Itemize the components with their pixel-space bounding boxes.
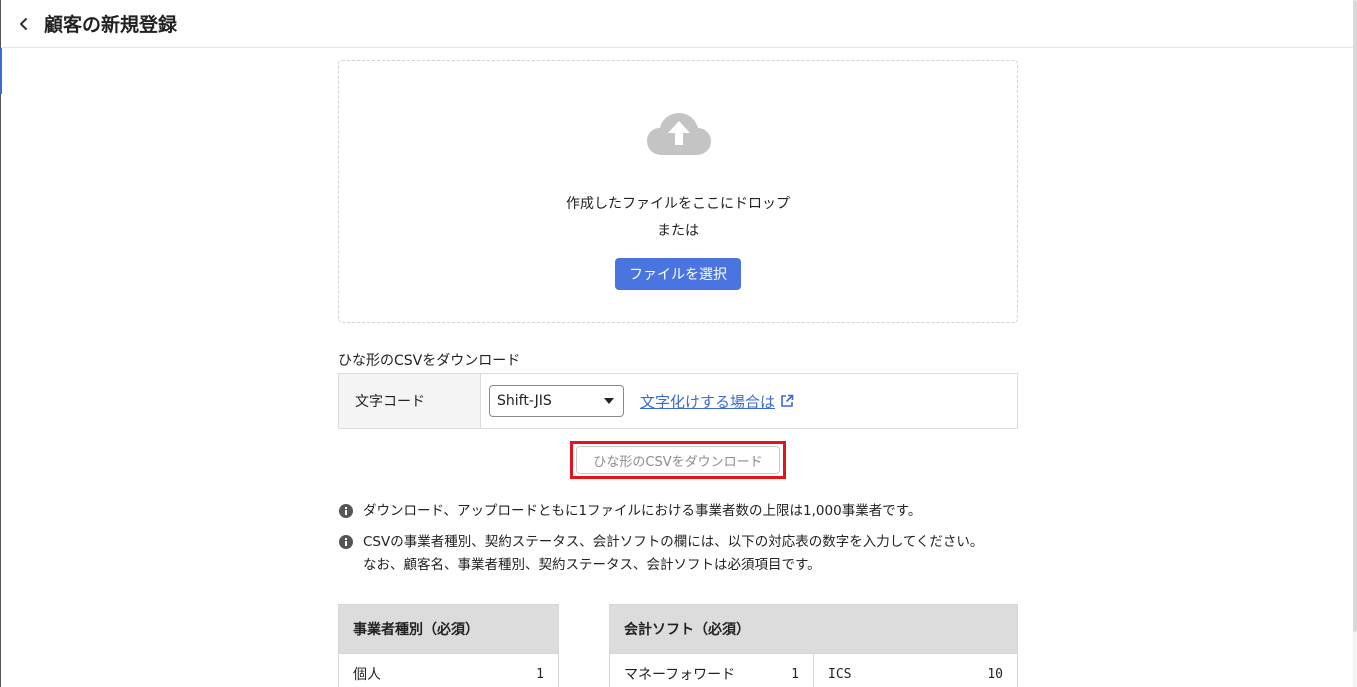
page-header: 顧客の新規登録	[1, 0, 1356, 48]
garble-help-link[interactable]: 文字化けする場合は	[640, 391, 794, 412]
cell-label: マネーフォワード	[624, 667, 736, 683]
cell-code: 1	[536, 666, 544, 682]
table-cell: 個人 1	[339, 654, 558, 687]
business-type-table: 事業者種別（必須） 個人 1	[338, 604, 559, 687]
caret-down-icon	[604, 398, 614, 404]
encoding-table: 文字コード Shift-JIS 文字化けする場合は	[338, 373, 1018, 429]
note-line: ダウンロード、アップロードともに1ファイルにおける事業者数の上限は1,000事業…	[363, 503, 922, 519]
info-icon	[339, 535, 353, 549]
cloud-upload-icon	[647, 113, 711, 155]
or-text: または	[657, 223, 699, 239]
cell-label: ICS	[828, 666, 852, 682]
cell-code: 10	[987, 666, 1003, 682]
drop-instruction: 作成したファイルをここにドロップ	[566, 196, 790, 212]
encoding-select-value: Shift-JIS	[497, 393, 552, 409]
file-dropzone[interactable]: 作成したファイルをここにドロップ または ファイルを選択	[338, 60, 1018, 323]
select-file-button[interactable]: ファイルを選択	[615, 258, 741, 290]
note-line: CSVの事業者種別、契約ステータス、会計ソフトの欄には、以下の対応表の数字を入力…	[363, 534, 984, 550]
table-row: 個人 1	[339, 653, 558, 687]
external-link-icon	[781, 394, 794, 407]
note-limit: ダウンロード、アップロードともに1ファイルにおける事業者数の上限は1,000事業…	[339, 500, 921, 523]
scrollbar-track[interactable]	[1353, 0, 1357, 687]
encoding-value-cell: Shift-JIS 文字化けする場合は	[481, 374, 1017, 428]
back-button[interactable]	[11, 11, 37, 37]
app-window: 顧客の新規登録 作成したファイルをここにドロップ または ファイルを選択 ひな形…	[0, 0, 1357, 687]
note-mapping: CSVの事業者種別、契約ステータス、会計ソフトの欄には、以下の対応表の数字を入力…	[339, 531, 983, 577]
info-icon	[339, 504, 353, 518]
table-cell: ICS 10	[814, 654, 1017, 687]
chevron-left-icon	[20, 17, 27, 30]
note-line: なお、顧客名、事業者種別、契約ステータス、会計ソフトは必須項目です。	[363, 557, 821, 573]
accounting-software-table: 会計ソフト（必須） マネーフォワード 1 ICS 10	[609, 604, 1018, 687]
cell-code: 1	[791, 666, 799, 682]
table-row: マネーフォワード 1 ICS 10	[610, 653, 1017, 687]
page-title: 顧客の新規登録	[44, 14, 178, 36]
download-template-button[interactable]: ひな形のCSVをダウンロード	[576, 446, 780, 474]
table-cell: マネーフォワード 1	[610, 654, 814, 687]
encoding-label: 文字コード	[339, 374, 481, 428]
business-type-table-header: 事業者種別（必須）	[339, 605, 558, 653]
cell-label: 個人	[353, 667, 381, 683]
scrollbar-thumb[interactable]	[1353, 0, 1357, 632]
accounting-software-table-header: 会計ソフト（必須）	[610, 605, 1017, 653]
nav-accent-bar	[0, 48, 2, 94]
garble-help-link-label: 文字化けする場合は	[640, 392, 776, 411]
encoding-select[interactable]: Shift-JIS	[489, 385, 624, 417]
template-heading: ひな形のCSVをダウンロード	[338, 353, 521, 369]
